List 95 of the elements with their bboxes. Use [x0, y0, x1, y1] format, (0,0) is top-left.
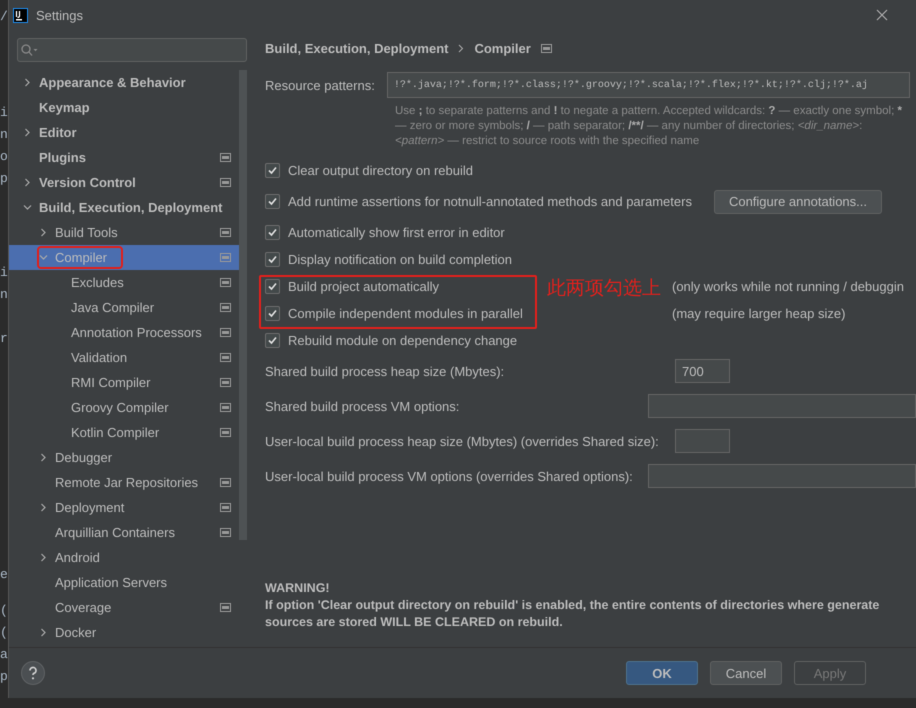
tree-item[interactable]: Deployment [9, 495, 239, 520]
chevron-right-icon[interactable] [23, 128, 32, 137]
tree-item[interactable]: Editor [9, 120, 239, 145]
tree-item[interactable]: Coverage [9, 595, 239, 620]
project-scope-icon [540, 44, 552, 52]
checkbox[interactable] [265, 279, 280, 294]
code-fragment: p [0, 668, 8, 686]
code-fragment: / [0, 8, 8, 26]
input-field[interactable] [648, 394, 916, 418]
chevron-right-icon[interactable] [39, 628, 48, 637]
field-label: User-local build process heap size (Mbytes) (overrides Shared size): [265, 434, 660, 448]
code-fragment: e [0, 566, 8, 584]
code-fragment: i [0, 264, 8, 282]
hint-text: Use ; to separate patterns and ! to negate a pattern. Accepted wildcards: ? — exactly one symbol; * — zero or more symbols; / — path separator; /**/ — any number of directories; <dir_name>: <pattern> — restrict to source roots with the specified name [395, 104, 903, 149]
checkmark-icon [267, 165, 278, 176]
app-logo-icon [13, 8, 28, 22]
checkbox-label[interactable]: Clear output directory on rebuild [288, 163, 473, 178]
chevron-right-icon[interactable] [39, 453, 48, 462]
checkbox[interactable] [265, 333, 280, 348]
field-label: Resource patterns: [265, 78, 375, 92]
breadcrumb-item[interactable]: Build, Execution, Deployment [265, 40, 448, 56]
help-icon[interactable] [21, 661, 45, 685]
tree-item[interactable]: Android [9, 545, 239, 570]
field-label: User-local build process VM options (overrides Shared options): [265, 468, 634, 484]
window-title: Settings [36, 8, 83, 22]
chevron-right-icon[interactable] [23, 178, 32, 187]
tree-item[interactable]: Arquillian Containers [9, 520, 239, 545]
code-fragment: ( [0, 602, 8, 620]
code-fragment: o [0, 148, 8, 166]
breadcrumb-item[interactable]: Compiler [474, 40, 531, 56]
tree-item[interactable]: Java Compiler [9, 295, 239, 320]
dialog-button[interactable]: Cancel [710, 661, 782, 685]
chevron-right-icon [458, 44, 464, 52]
checkbox[interactable] [265, 252, 280, 267]
tree-item[interactable]: Validation [9, 345, 239, 370]
code-fragment: ( [0, 624, 8, 642]
input-field[interactable] [648, 464, 916, 488]
input-field[interactable] [675, 429, 730, 453]
tree-item[interactable]: Debugger [9, 445, 239, 470]
search-icon [21, 44, 39, 56]
checkbox-label[interactable]: Add runtime assertions for notnull-annotated methods and parameters [288, 194, 692, 209]
annotation-text: 此两项勾选上 [547, 276, 661, 301]
tree-item[interactable]: Docker [9, 620, 239, 645]
dialog-button[interactable]: OK [626, 661, 698, 685]
checkmark-icon [267, 196, 278, 207]
code-fragment: a [0, 646, 8, 664]
chevron-right-icon[interactable] [39, 228, 48, 237]
tree-item[interactable]: Appearance & Behavior [9, 70, 239, 95]
checkmark-icon [267, 227, 278, 238]
chevron-right-icon[interactable] [39, 503, 48, 512]
field-label: Shared build process VM options: [265, 398, 460, 414]
code-fragment: n [0, 126, 8, 144]
warning-title: WARNING! [265, 580, 331, 597]
tree-item[interactable]: RMI Compiler [9, 370, 239, 395]
tree-item[interactable]: Excludes [9, 270, 239, 295]
checkmark-icon [267, 254, 278, 265]
code-fragment: i [0, 104, 8, 122]
field-label: Shared build process heap size (Mbytes): [265, 364, 506, 378]
input-field[interactable]: 700 [675, 359, 730, 383]
checkmark-icon [267, 281, 278, 292]
tree-item[interactable]: Groovy Compiler [9, 395, 239, 420]
close-icon[interactable] [876, 9, 888, 21]
warning-text: If option 'Clear output directory on rebuild' is enabled, the entire contents of directories where generate sources are stored WILL BE CLEARED on rebuild. [265, 597, 880, 631]
code-fragment: r [0, 330, 8, 348]
tree-item[interactable]: Kotlin Compiler [9, 420, 239, 445]
chevron-down-icon[interactable] [23, 203, 32, 212]
checkbox-label[interactable]: Display notification on build completion [288, 252, 512, 267]
tree-item[interactable]: Build Tools [9, 220, 239, 245]
tree-item[interactable]: Annotation Processors [9, 320, 239, 345]
checkbox-label[interactable]: Build project automatically [288, 279, 440, 294]
code-fragment: p [0, 170, 8, 188]
search-field[interactable] [17, 38, 247, 62]
note-text: (only works while not running / debuggin [672, 279, 904, 294]
checkbox-label[interactable]: Compile independent modules in parallel [288, 306, 523, 321]
tree-item[interactable]: Build, Execution, Deployment [9, 195, 239, 220]
input-field[interactable]: !?*.java;!?*.form;!?*.class;!?*.groovy;!?*.scala;!?*.flex;!?*.kt;!?*.clj;!?*.aj [386, 72, 910, 98]
tree-item[interactable]: Keymap [9, 95, 239, 120]
checkmark-icon [267, 308, 278, 319]
checkbox-label[interactable]: Automatically show first error in editor [288, 225, 505, 240]
note-text: (may require larger heap size) [672, 306, 846, 321]
chevron-right-icon[interactable] [39, 553, 48, 562]
chevron-right-icon[interactable] [23, 78, 32, 87]
checkbox[interactable] [265, 225, 280, 240]
tree-item[interactable]: Plugins [9, 145, 239, 170]
tree-item[interactable]: Application Servers [9, 570, 239, 595]
configure-button[interactable]: Configure annotations... [714, 190, 882, 214]
tree-item[interactable]: Version Control [9, 170, 239, 195]
code-fragment: n [0, 286, 8, 304]
scrollbar[interactable] [239, 70, 247, 540]
tree-item[interactable]: Remote Jar Repositories [9, 470, 239, 495]
checkbox[interactable] [265, 306, 280, 321]
checkbox[interactable] [265, 163, 280, 178]
checkbox-label[interactable]: Rebuild module on dependency change [288, 333, 518, 348]
checkmark-icon [267, 335, 278, 346]
checkbox[interactable] [265, 194, 280, 209]
